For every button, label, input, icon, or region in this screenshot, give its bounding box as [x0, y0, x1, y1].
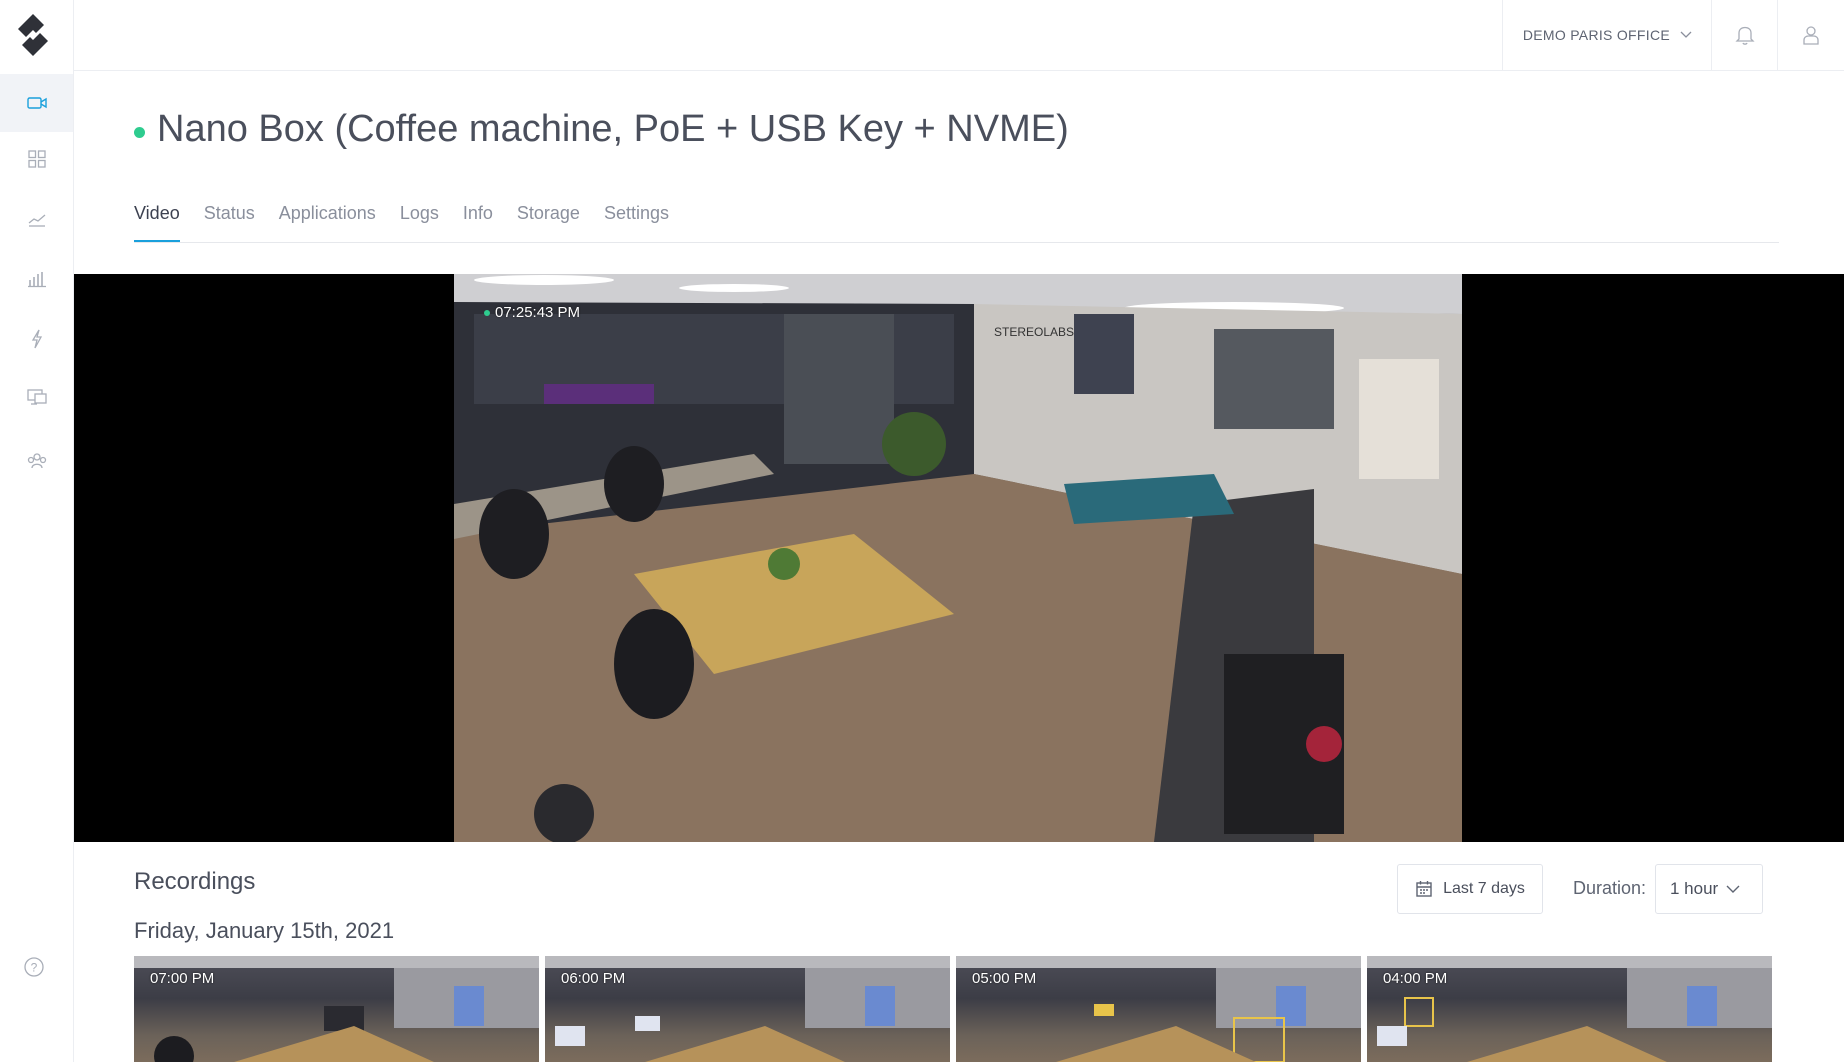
- sidebar-item-events[interactable]: [0, 310, 73, 368]
- duration-select[interactable]: 1 hour: [1655, 864, 1763, 914]
- date-range-label: Last 7 days: [1443, 880, 1525, 897]
- calendar-icon: [1416, 881, 1432, 897]
- page-title: Nano Box (Coffee machine, PoE + USB Key …: [157, 108, 1069, 150]
- organization-name: DEMO PARIS OFFICE: [1522, 27, 1670, 43]
- organization-selector[interactable]: DEMO PARIS OFFICE: [1501, 0, 1712, 70]
- user-account-button[interactable]: [1777, 0, 1844, 70]
- recording-thumbnail[interactable]: 07:00 PM: [134, 956, 539, 1062]
- tab-storage[interactable]: Storage: [517, 196, 580, 240]
- sidebar-item-video[interactable]: [0, 74, 73, 132]
- lightning-icon: [31, 329, 42, 349]
- thumbnail-time: 05:00 PM: [972, 970, 1037, 987]
- recording-thumbnail[interactable]: 04:00 PM: [1367, 956, 1772, 1062]
- thumbnail-time: 06:00 PM: [561, 970, 626, 987]
- timestamp-text: 07:25:43 PM: [495, 304, 581, 321]
- wall-sign: STEREOLABS: [994, 325, 1074, 339]
- svg-text:?: ?: [31, 961, 38, 975]
- recordings-title: Recordings: [134, 868, 256, 895]
- sidebar-item-team[interactable]: [0, 432, 73, 490]
- app-logo[interactable]: [10, 12, 56, 58]
- live-video-frame[interactable]: STEREOLABS 07:25:43 PM: [454, 274, 1462, 842]
- sidebar-item-analytics[interactable]: [0, 250, 73, 308]
- duration-label: Duration:: [1573, 878, 1647, 898]
- tab-status[interactable]: Status: [204, 196, 255, 240]
- help-icon[interactable]: ?: [22, 955, 46, 984]
- chevron-down-icon: [1680, 31, 1692, 38]
- device-tabs: Video Status Applications Logs Info Stor…: [134, 196, 1779, 243]
- notifications-button[interactable]: [1711, 0, 1778, 70]
- sidebar-item-dashboard[interactable]: [0, 130, 73, 188]
- bell-icon: [1735, 26, 1755, 45]
- sidebar-item-devices[interactable]: [0, 368, 73, 426]
- chevron-down-icon: [1726, 885, 1740, 893]
- video-player[interactable]: STEREOLABS 07:25:43 PM: [74, 274, 1844, 842]
- online-status-dot: [134, 127, 145, 138]
- tab-video[interactable]: Video: [134, 196, 180, 242]
- recording-thumbnails: 07:00 PM 06:00 PM 05:00 PM 04:00 PM: [134, 956, 1772, 1062]
- bar-chart-icon: [27, 272, 46, 288]
- video-camera-icon: [26, 97, 47, 109]
- office-scene-image: STEREOLABS: [454, 274, 1462, 842]
- trend-line-icon: [28, 214, 45, 227]
- sidebar: ?: [0, 0, 74, 1062]
- thumbnail-time: 04:00 PM: [1383, 970, 1448, 987]
- tab-logs[interactable]: Logs: [400, 196, 439, 240]
- tab-info[interactable]: Info: [463, 196, 493, 240]
- recordings-date-heading: Friday, January 15th, 2021: [134, 918, 395, 943]
- live-timestamp: 07:25:43 PM: [484, 304, 580, 321]
- tab-applications[interactable]: Applications: [279, 196, 376, 240]
- recording-thumbnail[interactable]: 06:00 PM: [545, 956, 950, 1062]
- live-indicator: [484, 309, 490, 316]
- duration-value: 1 hour: [1670, 879, 1719, 898]
- date-range-button[interactable]: Last 7 days: [1397, 864, 1543, 914]
- device-header: Nano Box (Coffee machine, PoE + USB Key …: [134, 108, 1069, 151]
- tab-settings[interactable]: Settings: [604, 196, 669, 240]
- user-icon: [1803, 26, 1819, 45]
- sidebar-item-trends[interactable]: [0, 190, 73, 248]
- grid-icon: [27, 150, 46, 168]
- recording-thumbnail[interactable]: 05:00 PM: [956, 956, 1361, 1062]
- devices-icon: [26, 389, 47, 405]
- thumbnail-time: 07:00 PM: [150, 970, 215, 987]
- top-bar: DEMO PARIS OFFICE: [74, 0, 1844, 71]
- team-icon: [27, 453, 46, 469]
